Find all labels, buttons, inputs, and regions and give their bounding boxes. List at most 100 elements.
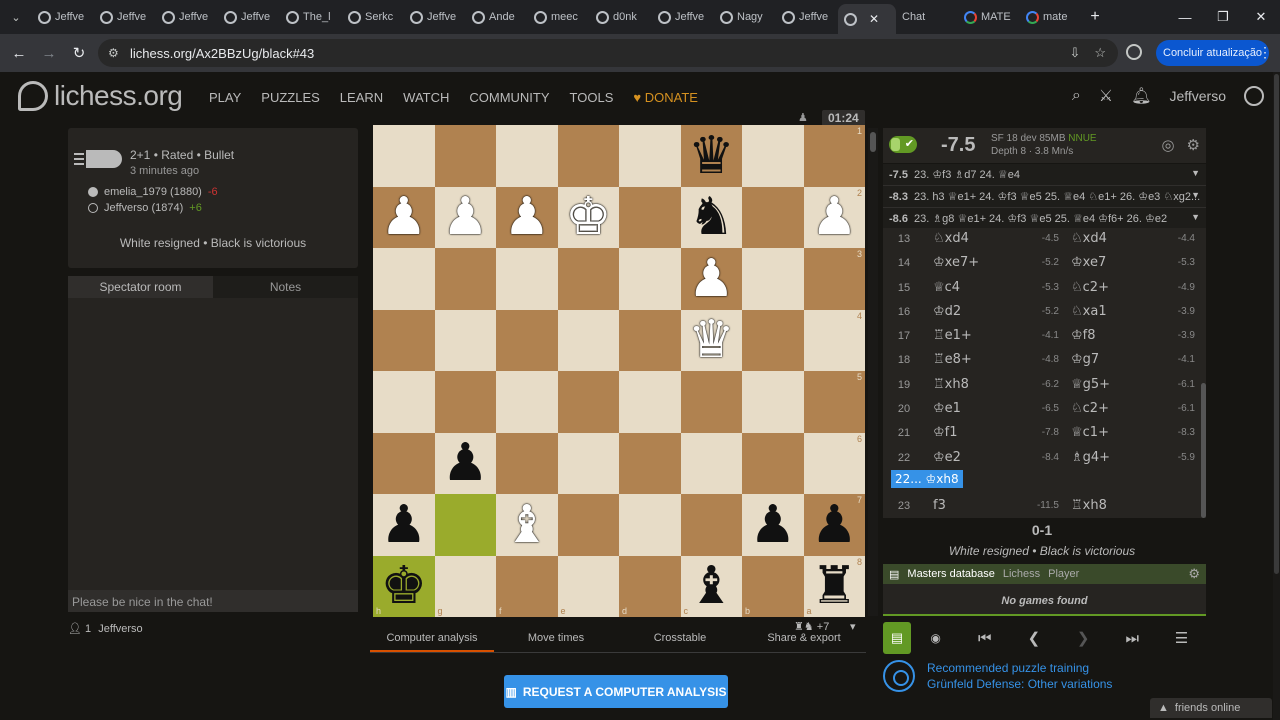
- page-scrollbar[interactable]: [1273, 72, 1280, 720]
- white-pawn-icon[interactable]: ♟: [503, 191, 550, 243]
- square-f3[interactable]: [496, 248, 558, 310]
- square-c1[interactable]: ♛: [680, 125, 742, 187]
- browser-tab-8[interactable]: meec: [528, 4, 590, 30]
- pv-moves[interactable]: 23. ♔f3 ♗d7 24. ♕e4: [914, 169, 1020, 181]
- explorer-player[interactable]: Player: [1048, 568, 1079, 580]
- black-player-name[interactable]: Jeffverso (1874): [104, 202, 183, 214]
- white-move[interactable]: f3: [933, 498, 946, 513]
- browser-tab-0[interactable]: Jeffve: [32, 4, 94, 30]
- black-move[interactable]: ♘c2+: [1071, 280, 1109, 295]
- omnibox[interactable]: ⚙ lichess.org/Ax2BBzUg/black#43 ⇩ ☆: [98, 39, 1118, 67]
- nav-play[interactable]: PLAY: [209, 90, 241, 105]
- nav-puzzles[interactable]: PUZZLES: [261, 90, 320, 105]
- black-pawn-icon[interactable]: ♟: [442, 437, 489, 489]
- explorer-db[interactable]: Masters database: [907, 568, 994, 580]
- square-h4[interactable]: [373, 309, 435, 371]
- black-move[interactable]: ♘xd4: [1071, 231, 1107, 246]
- white-pawn-icon[interactable]: ♟: [442, 191, 489, 243]
- pv-line[interactable]: -8.6 23. ♗g8 ♕e1+ 24. ♔f3 ♕e5 25. ♕e4 ♔f6…: [883, 208, 1206, 230]
- square-d2[interactable]: [619, 186, 681, 248]
- square-e4[interactable]: [557, 309, 619, 371]
- square-e5[interactable]: [557, 371, 619, 433]
- square-f7[interactable]: ♝: [496, 494, 558, 556]
- square-c2[interactable]: ♞: [680, 186, 742, 248]
- white-pawn-icon[interactable]: ♟: [688, 253, 735, 305]
- move-list-scrollbar[interactable]: [1201, 228, 1206, 518]
- notifications-bell-icon[interactable]: 🔔︎: [1131, 86, 1151, 106]
- square-a5[interactable]: 5: [803, 371, 865, 433]
- site-info-icon[interactable]: ⚙: [108, 46, 130, 60]
- square-g5[interactable]: [434, 371, 496, 433]
- pv-line[interactable]: -8.3 23. h3 ♕e1+ 24. ♔f3 ♕e5 25. ♕e4 ♘e1+…: [883, 186, 1206, 208]
- browser-tab-11[interactable]: Nagy: [714, 4, 776, 30]
- tab-notes[interactable]: Notes: [213, 276, 358, 298]
- black-move[interactable]: ♘c2+: [1071, 401, 1109, 416]
- install-app-icon[interactable]: ⇩: [1069, 45, 1080, 61]
- white-move[interactable]: ♔xe7+: [933, 255, 979, 270]
- next-move-button[interactable]: ❯: [1059, 629, 1108, 647]
- black-move[interactable]: ♖xh8: [1071, 498, 1107, 513]
- square-g8[interactable]: g: [434, 555, 496, 617]
- white-move[interactable]: ♔f1: [933, 425, 958, 440]
- square-a3[interactable]: 3: [803, 248, 865, 310]
- square-d7[interactable]: [619, 494, 681, 556]
- square-b7[interactable]: ♟: [742, 494, 804, 556]
- tab-search-button[interactable]: ⌄: [0, 0, 32, 34]
- square-f1[interactable]: [496, 125, 558, 187]
- black-move[interactable]: ♔g7: [1071, 352, 1099, 367]
- expand-pv-icon[interactable]: ▼: [1191, 168, 1200, 178]
- square-c7[interactable]: [680, 494, 742, 556]
- browser-tab-3[interactable]: Jeffve: [218, 4, 280, 30]
- search-icon[interactable]: ⌕: [1072, 87, 1081, 105]
- white-pawn-icon[interactable]: ♟: [811, 191, 858, 243]
- black-king-icon[interactable]: ♚: [380, 560, 427, 612]
- close-window-button[interactable]: ✕: [1242, 0, 1280, 34]
- square-c8[interactable]: ♝ c: [680, 555, 742, 617]
- restore-button[interactable]: ❐: [1204, 0, 1242, 34]
- browser-menu-icon[interactable]: ⋮: [1258, 44, 1272, 61]
- white-pawn-icon[interactable]: ♟: [380, 191, 427, 243]
- browser-tab-right-0[interactable]: Chat: [896, 4, 958, 30]
- black-move[interactable]: ♔f8: [1071, 328, 1096, 343]
- nav-donate[interactable]: ♥ DONATE: [633, 90, 698, 105]
- square-h6[interactable]: [373, 432, 435, 494]
- tab-share-export[interactable]: Share & export: [742, 632, 866, 652]
- square-e2[interactable]: ♚: [557, 186, 619, 248]
- square-f5[interactable]: [496, 371, 558, 433]
- white-king-icon[interactable]: ♚: [565, 191, 612, 243]
- square-h2[interactable]: ♟: [373, 186, 435, 248]
- pv-moves[interactable]: 23. h3 ♕e1+ 24. ♔f3 ♕e5 25. ♕e4 ♘e1+ 26.…: [914, 191, 1200, 203]
- square-g1[interactable]: [434, 125, 496, 187]
- pv-line[interactable]: -7.5 23. ♔f3 ♗d7 24. ♕e4 ▼: [883, 164, 1206, 186]
- prev-move-button[interactable]: ❮: [1009, 629, 1058, 647]
- white-bishop-icon[interactable]: ♝: [503, 499, 550, 551]
- first-move-button[interactable]: ⏮: [960, 630, 1009, 647]
- white-move[interactable]: ♘xd4: [933, 231, 969, 246]
- tab-computer-analysis[interactable]: Computer analysis: [370, 632, 494, 652]
- square-a6[interactable]: 6: [803, 432, 865, 494]
- black-pawn-icon[interactable]: ♟: [749, 499, 796, 551]
- browser-tab-12[interactable]: Jeffve: [776, 4, 838, 30]
- chat-input[interactable]: Please be nice in the chat!: [68, 590, 358, 612]
- square-c5[interactable]: [680, 371, 742, 433]
- nav-community[interactable]: COMMUNITY: [469, 90, 549, 105]
- forward-button[interactable]: →: [34, 45, 64, 62]
- square-b6[interactable]: [742, 432, 804, 494]
- square-a4[interactable]: 4: [803, 309, 865, 371]
- tab-spectator-room[interactable]: Spectator room: [68, 276, 213, 298]
- square-e8[interactable]: e: [557, 555, 619, 617]
- square-f2[interactable]: ♟: [496, 186, 558, 248]
- current-move[interactable]: 22... ♔xh8: [891, 470, 963, 488]
- square-e6[interactable]: [557, 432, 619, 494]
- square-d8[interactable]: d: [619, 555, 681, 617]
- square-b2[interactable]: [742, 186, 804, 248]
- square-h7[interactable]: ♟: [373, 494, 435, 556]
- swords-icon[interactable]: ⚔: [1099, 86, 1113, 106]
- chess-board[interactable]: ♛ 1 ♟ ♟ ♟ ♚ ♞ ♟ 2 ♟ 3 ♛ 4 5 ♟ 6 ♟ ♝ ♟ ♟ 7 ♚ h g f e d ♝ c b ♜ 8 a: [373, 125, 865, 617]
- browser-tab-1[interactable]: Jeffve: [94, 4, 156, 30]
- square-h5[interactable]: [373, 371, 435, 433]
- square-g3[interactable]: [434, 248, 496, 310]
- square-f8[interactable]: f: [496, 555, 558, 617]
- explorer-lichess[interactable]: Lichess: [1003, 568, 1040, 580]
- square-g2[interactable]: ♟: [434, 186, 496, 248]
